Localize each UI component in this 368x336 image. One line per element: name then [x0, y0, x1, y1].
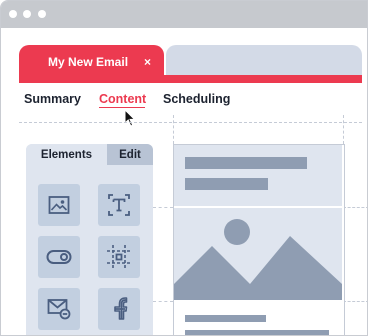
image-placeholder-icon — [174, 219, 342, 300]
element-button[interactable] — [38, 236, 80, 278]
header-block[interactable] — [174, 145, 342, 206]
window-dot-icon[interactable] — [9, 10, 17, 18]
title-bar — [1, 1, 367, 28]
mail-icon — [47, 299, 71, 320]
guide-line — [343, 115, 344, 144]
tab-edit[interactable]: Edit — [107, 144, 153, 165]
text-placeholder — [185, 330, 329, 335]
window-dot-icon[interactable] — [23, 10, 31, 18]
nav-active-underline — [99, 107, 145, 108]
nav-summary[interactable]: Summary — [24, 92, 81, 106]
guide-line — [343, 207, 367, 208]
element-selection[interactable] — [98, 236, 140, 278]
tab-empty[interactable] — [166, 45, 362, 75]
app-window: My New Email × Summary Content Schedulin… — [0, 0, 368, 336]
element-image[interactable] — [38, 184, 80, 226]
tab-elements[interactable]: Elements — [26, 144, 107, 165]
tab-title: My New Email — [48, 55, 129, 69]
element-social[interactable] — [98, 288, 140, 330]
toggle-icon — [46, 250, 72, 264]
mouse-pointer-icon — [124, 109, 136, 127]
guide-line — [173, 115, 174, 144]
text-placeholder — [185, 178, 268, 190]
guide-line — [343, 301, 367, 302]
element-text[interactable] — [98, 184, 140, 226]
guide-line — [19, 122, 362, 123]
nav-content[interactable]: Content — [99, 92, 146, 106]
nav-scheduling[interactable]: Scheduling — [163, 92, 230, 106]
selection-icon — [107, 245, 131, 269]
text-icon — [108, 194, 130, 216]
facebook-icon — [114, 297, 128, 320]
text-placeholder — [185, 157, 307, 169]
guide-line — [153, 207, 173, 208]
tab-my-new-email[interactable]: My New Email × — [19, 45, 164, 79]
element-email[interactable] — [38, 288, 80, 330]
text-placeholder — [185, 315, 266, 322]
window-dot-icon[interactable] — [38, 10, 46, 18]
guide-line — [153, 301, 173, 302]
tab-accent-bar — [19, 75, 362, 83]
close-icon[interactable]: × — [144, 55, 151, 69]
image-icon — [48, 196, 70, 214]
image-block[interactable] — [174, 208, 342, 300]
